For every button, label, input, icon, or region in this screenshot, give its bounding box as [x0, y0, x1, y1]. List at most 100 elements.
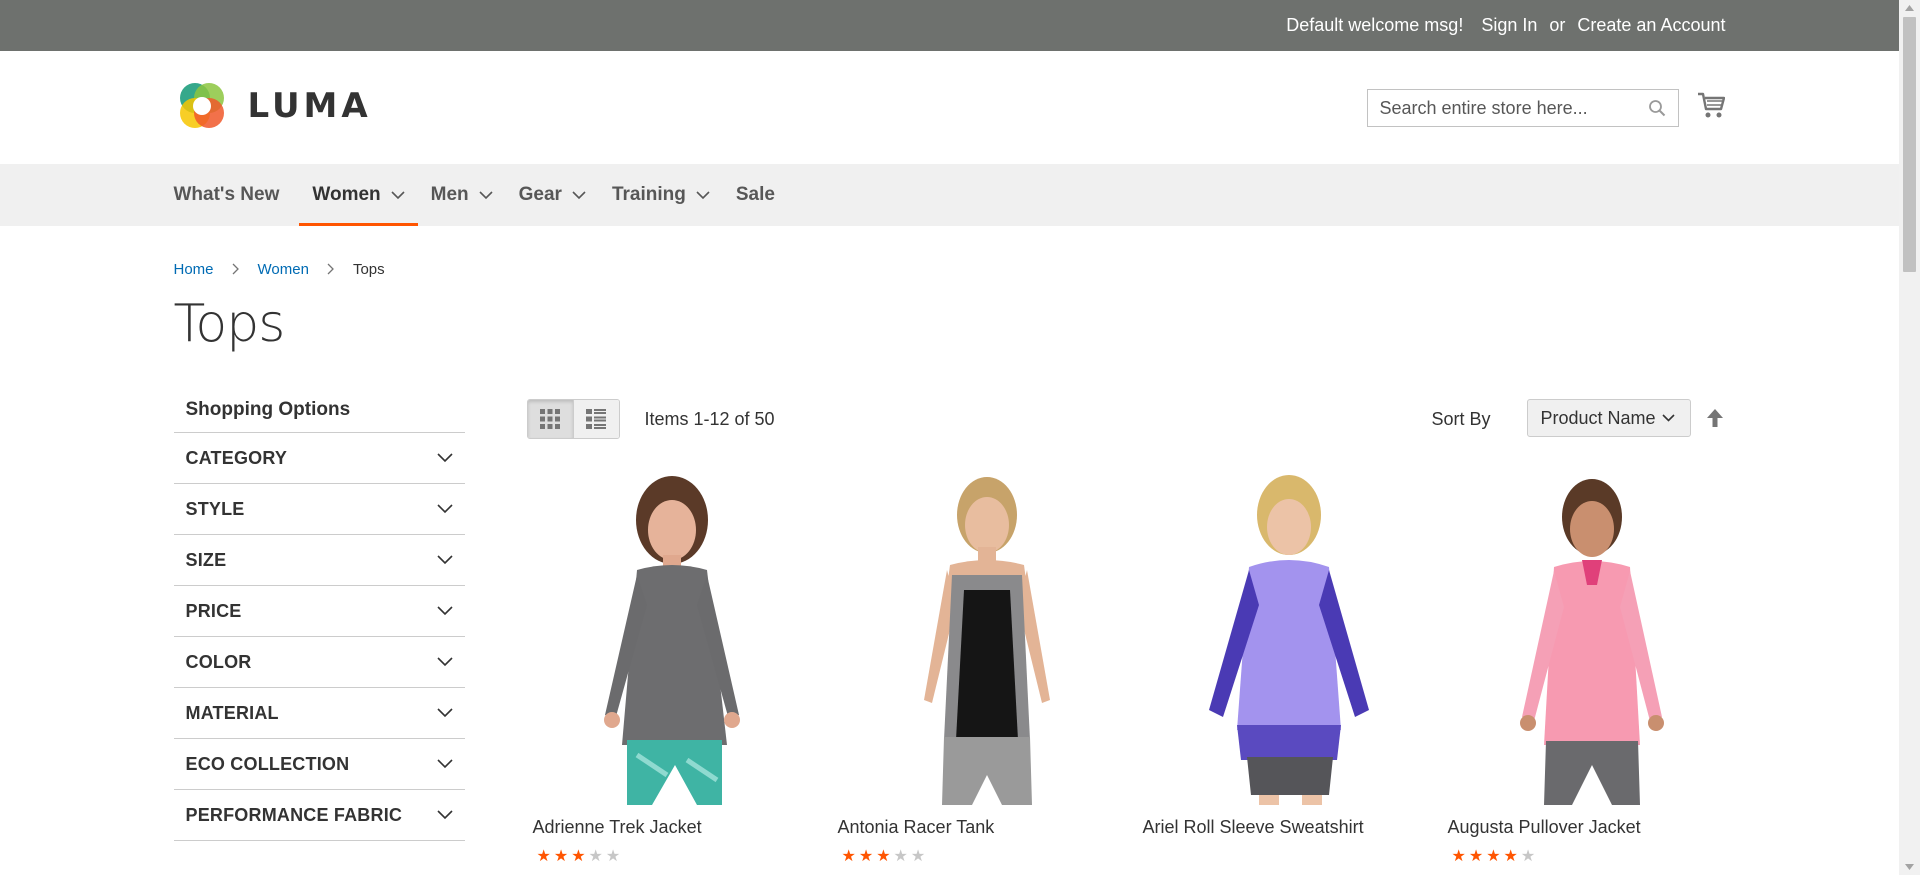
product-image[interactable] [1137, 475, 1442, 805]
vertical-scrollbar[interactable] [1899, 0, 1920, 875]
sort-by-value: Product Name [1540, 407, 1656, 428]
nav-item-men[interactable]: Men [418, 164, 506, 226]
nav-item-whats-new[interactable]: What's New [174, 164, 300, 226]
filter-eco-collection[interactable]: ECO COLLECTION [173, 739, 465, 790]
scroll-down-arrow-icon[interactable] [1904, 863, 1915, 871]
chevron-right-icon [232, 263, 239, 275]
product-item[interactable]: Antonia Racer Tank ★★★★★ [832, 475, 1137, 866]
search-input[interactable] [1367, 91, 1644, 125]
filter-label: PERFORMANCE FABRIC [185, 804, 403, 825]
layered-navigation: Shopping Options CATEGORY STYLE SIZE PRI… [173, 399, 465, 841]
breadcrumb-women[interactable]: Women [258, 261, 309, 278]
filter-label: STYLE [185, 498, 245, 519]
filter-label: SIZE [185, 549, 227, 570]
chevron-down-icon [436, 708, 453, 718]
toolbar-amount: Items 1-12 of 50 [644, 409, 775, 429]
chevron-down-icon [436, 606, 453, 616]
top-panel: Default welcome msg! Sign In or Create a… [0, 0, 1899, 51]
list-icon [586, 409, 606, 429]
chevron-down-icon [436, 657, 453, 667]
breadcrumb: Home Women Tops [174, 226, 1726, 279]
product-photo-jacket-grey [603, 476, 740, 805]
product-item[interactable]: Augusta Pullover Jacket ★★★★★ [1442, 475, 1747, 866]
chevron-right-icon [327, 263, 334, 275]
create-account-link[interactable]: Create an Account [1577, 15, 1725, 36]
chevron-down-icon [391, 190, 405, 199]
filter-label: PRICE [185, 600, 242, 621]
main-content: Shopping Options CATEGORY STYLE SIZE PRI… [173, 353, 1726, 865]
search-box [1366, 89, 1679, 127]
sort-by-select[interactable]: Product Name [1526, 399, 1691, 437]
nav-item-gear[interactable]: Gear [506, 164, 599, 226]
page-title: Tops [173, 294, 286, 354]
product-image[interactable] [527, 475, 832, 805]
product-image[interactable] [1442, 475, 1747, 805]
nav-item-label: Women [312, 184, 381, 205]
grid-icon [540, 409, 560, 429]
nav-item-women[interactable]: Women [299, 164, 418, 226]
rating-stars: ★★★★★ [536, 848, 624, 865]
rating-stars: ★★★★★ [841, 848, 929, 865]
filter-material[interactable]: MATERIAL [173, 688, 465, 739]
filter-label: MATERIAL [185, 702, 279, 723]
chevron-down-icon [436, 759, 453, 769]
product-photo-tank-black [923, 477, 1050, 805]
product-name[interactable]: Augusta Pullover Jacket [1442, 817, 1747, 838]
nav-item-sale[interactable]: Sale [723, 164, 788, 226]
chevron-down-icon [479, 190, 493, 199]
breadcrumb-current: Tops [352, 260, 385, 278]
filter-label: ECO COLLECTION [185, 753, 350, 774]
shopping-options-title: Shopping Options [173, 387, 465, 433]
filter-label: CATEGORY [185, 447, 288, 468]
chevron-down-icon [696, 190, 710, 199]
product-name[interactable]: Ariel Roll Sleeve Sweatshirt [1137, 817, 1442, 838]
product-item[interactable]: Ariel Roll Sleeve Sweatshirt [1137, 475, 1442, 866]
welcome-message: Default welcome msg! [1286, 15, 1464, 35]
view-mode-switcher [526, 399, 620, 439]
product-photo-jacket-pink [1519, 479, 1664, 805]
search-icon[interactable] [1644, 95, 1670, 121]
nav-item-label: Gear [518, 184, 562, 205]
sign-in-link[interactable]: Sign In [1481, 15, 1537, 36]
breadcrumb-home[interactable]: Home [174, 261, 214, 278]
chevron-down-icon [436, 453, 453, 463]
logo-mark-icon [179, 83, 224, 128]
chevron-down-icon [436, 555, 453, 565]
product-photo-sweatshirt-purple [1208, 475, 1369, 805]
product-image[interactable] [832, 475, 1137, 805]
filter-color[interactable]: COLOR [173, 637, 465, 688]
products-toolbar: Items 1-12 of 50 Sort By Product Name [526, 399, 1726, 439]
scrollbar-thumb[interactable] [1903, 17, 1916, 272]
scroll-up-arrow-icon[interactable] [1904, 4, 1915, 12]
nav-item-label: What's New [173, 184, 280, 205]
product-item[interactable]: Adrienne Trek Jacket ★★★★★ [527, 475, 832, 866]
sort-by-label: Sort By [1431, 409, 1491, 429]
chevron-down-icon [572, 190, 586, 199]
chevron-down-icon [436, 504, 453, 514]
site-header: LUMA [0, 51, 1899, 164]
rating-stars: ★★★★★ [1451, 848, 1539, 865]
nav-item-label: Sale [735, 184, 775, 205]
page: Default welcome msg! Sign In or Create a… [0, 0, 1899, 875]
list-view-button[interactable] [572, 400, 619, 438]
main-navigation: What's New Women Men Gear Training Sale [0, 164, 1899, 226]
arrow-up-icon[interactable] [1706, 409, 1723, 427]
filter-category[interactable]: CATEGORY [173, 433, 465, 484]
nav-item-training[interactable]: Training [599, 164, 723, 226]
filter-style[interactable]: STYLE [173, 484, 465, 535]
logo-wordmark: LUMA [247, 86, 372, 126]
product-name[interactable]: Adrienne Trek Jacket [527, 817, 832, 838]
grid-view-button[interactable] [527, 400, 573, 438]
or-separator: or [1549, 15, 1566, 35]
filter-size[interactable]: SIZE [173, 535, 465, 586]
filter-price[interactable]: PRICE [173, 586, 465, 637]
cart-icon[interactable] [1697, 90, 1725, 120]
chevron-down-icon [1661, 414, 1675, 422]
luma-logo[interactable]: LUMA [174, 78, 372, 134]
nav-item-label: Training [611, 184, 686, 205]
product-name[interactable]: Antonia Racer Tank [832, 817, 1137, 838]
chevron-down-icon [436, 810, 453, 820]
filter-performance-fabric[interactable]: PERFORMANCE FABRIC [173, 790, 465, 841]
filter-label: COLOR [185, 651, 252, 672]
product-grid: Adrienne Trek Jacket ★★★★★ Antonia Racer… [527, 475, 1747, 866]
